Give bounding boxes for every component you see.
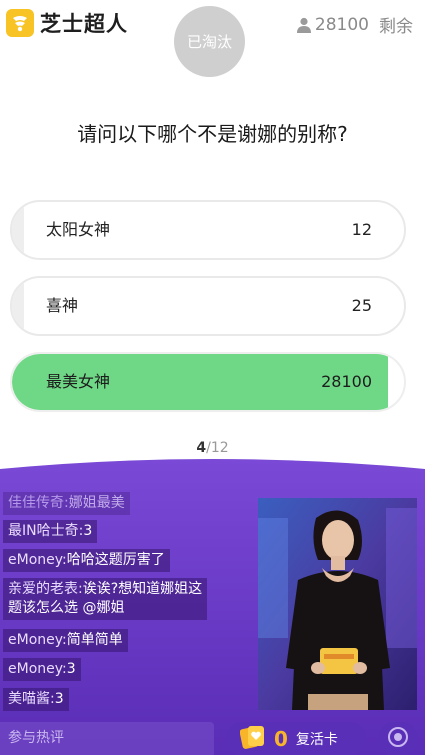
chat-text: 娜姐最美 bbox=[68, 495, 125, 511]
revive-card-button[interactable]: 0 复活卡 bbox=[226, 722, 366, 755]
person-icon bbox=[296, 17, 311, 33]
chat-username: 最IN哈士奇: bbox=[8, 523, 84, 539]
vote-fill-bar bbox=[12, 278, 24, 334]
option-label: 太阳女神 bbox=[46, 220, 111, 239]
record-icon bbox=[387, 726, 409, 752]
chat-text: 3 bbox=[66, 661, 76, 677]
chat-message: 亲爱的老表:诶诶?想知道娜姐这题该怎么选 @娜姐 bbox=[3, 578, 208, 620]
answer-option-1[interactable]: 太阳女神 12 bbox=[10, 200, 406, 260]
vote-fill-bar bbox=[12, 202, 24, 258]
chat-message: eMoney:3 bbox=[3, 658, 81, 681]
remaining-players: 28100 剩余 bbox=[296, 12, 413, 37]
comment-input[interactable]: 参与热评 bbox=[0, 722, 214, 755]
app-name: 芝士超人 bbox=[40, 12, 128, 36]
question-progress: 4/12 bbox=[0, 440, 425, 456]
chat-username: 亲爱的老表: bbox=[8, 581, 83, 597]
option-vote-count: 25 bbox=[351, 296, 372, 315]
host-video[interactable] bbox=[258, 498, 417, 710]
chat-text: 哈哈这题厉害了 bbox=[66, 552, 165, 568]
question-text: 请问以下哪个不是谢娜的别称? bbox=[77, 122, 348, 146]
chat-username: eMoney: bbox=[8, 661, 67, 677]
answer-option-3-correct[interactable]: 最美女神 28100 bbox=[10, 352, 406, 412]
chat-username: eMoney: bbox=[8, 632, 67, 648]
chat-username: 佳佳传奇: bbox=[8, 495, 69, 511]
chat-username: eMoney: bbox=[8, 552, 67, 568]
revive-card-icon bbox=[239, 725, 266, 753]
answer-option-2[interactable]: 喜神 25 bbox=[10, 276, 406, 336]
chat-username: 美喵酱: bbox=[8, 691, 55, 707]
host-video-frame bbox=[258, 498, 417, 710]
chat-message: eMoney:哈哈这题厉害了 bbox=[3, 549, 170, 572]
eliminated-badge: 已淘汰 bbox=[174, 6, 245, 77]
chat-message: 美喵酱:3 bbox=[3, 688, 69, 711]
progress-total: 12 bbox=[210, 440, 229, 456]
app-logo: 芝士超人 bbox=[6, 8, 128, 38]
chat-text: 诶诶?想知道娜姐这 bbox=[82, 581, 203, 597]
option-label: 喜神 bbox=[46, 296, 79, 315]
option-vote-count: 12 bbox=[351, 220, 372, 239]
chat-message: 佳佳传奇:娜姐最美 bbox=[3, 492, 130, 515]
chat-text: 简单简单 bbox=[66, 632, 123, 648]
chat-text: 3 bbox=[54, 691, 64, 707]
option-vote-count: 28100 bbox=[321, 372, 372, 391]
live-toggle-button[interactable] bbox=[378, 722, 418, 755]
remaining-label: 剩余 bbox=[379, 17, 413, 37]
progress-current: 4 bbox=[196, 440, 207, 456]
remaining-count: 28100 bbox=[314, 14, 369, 35]
chat-message: eMoney:简单简单 bbox=[3, 629, 128, 652]
chat-text: 3 bbox=[83, 523, 93, 539]
revive-card-count: 0 bbox=[274, 726, 288, 751]
option-label: 最美女神 bbox=[46, 372, 111, 391]
brand-icon bbox=[6, 9, 34, 37]
revive-card-label: 复活卡 bbox=[295, 731, 338, 748]
chat-message: 最IN哈士奇:3 bbox=[3, 520, 98, 543]
chat-text-continued: 题该怎么选 @娜姐 bbox=[8, 600, 125, 616]
